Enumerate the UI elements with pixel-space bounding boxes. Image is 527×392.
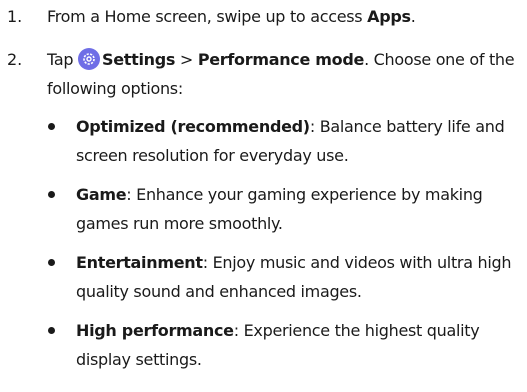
option-text: Optimized (recommended): Balance battery…: [76, 112, 526, 170]
option-text: High performance: Experience the highest…: [76, 316, 526, 374]
breadcrumb-separator: >: [179, 50, 194, 69]
step-text: Tap Settings > Performance mode. Choose …: [47, 45, 525, 103]
option-text: Game: Enhance your gaming experience by …: [76, 180, 526, 238]
option-name: Optimized (recommended): [76, 117, 310, 136]
step-2: 2. Tap Settings > Performance mode. Choo…: [0, 45, 527, 107]
step-number: 2.: [7, 50, 23, 69]
settings-label: Settings: [101, 50, 176, 69]
option-optimized: Optimized (recommended): Balance battery…: [48, 112, 526, 172]
step-1: 1. From a Home screen, swipe up to acces…: [0, 2, 527, 32]
option-name: Game: [76, 185, 127, 204]
option-name: High performance: [76, 321, 234, 340]
step-text-before: From a Home screen, swipe up to access: [47, 7, 368, 26]
bullet-icon: [48, 327, 55, 334]
bullet-icon: [48, 191, 55, 198]
step-text: From a Home screen, swipe up to access A…: [47, 2, 525, 31]
option-name: Entertainment: [76, 253, 203, 272]
option-high-performance: High performance: Experience the highest…: [48, 316, 526, 376]
apps-label: Apps: [367, 7, 411, 26]
settings-gear-icon: [77, 48, 100, 70]
step-text-after: .: [410, 7, 416, 26]
option-game: Game: Enhance your gaming experience by …: [48, 180, 526, 240]
tap-label: Tap: [47, 50, 74, 69]
option-entertainment: Entertainment: Enjoy music and videos wi…: [48, 248, 526, 308]
step-number: 1.: [7, 7, 23, 26]
option-text: Entertainment: Enjoy music and videos wi…: [76, 248, 526, 306]
instructions-page: 1. From a Home screen, swipe up to acces…: [0, 0, 527, 392]
option-description: : Enhance your gaming experience by maki…: [76, 185, 483, 233]
bullet-icon: [48, 259, 55, 266]
performance-mode-label: Performance mode: [197, 50, 365, 69]
bullet-icon: [48, 123, 55, 130]
